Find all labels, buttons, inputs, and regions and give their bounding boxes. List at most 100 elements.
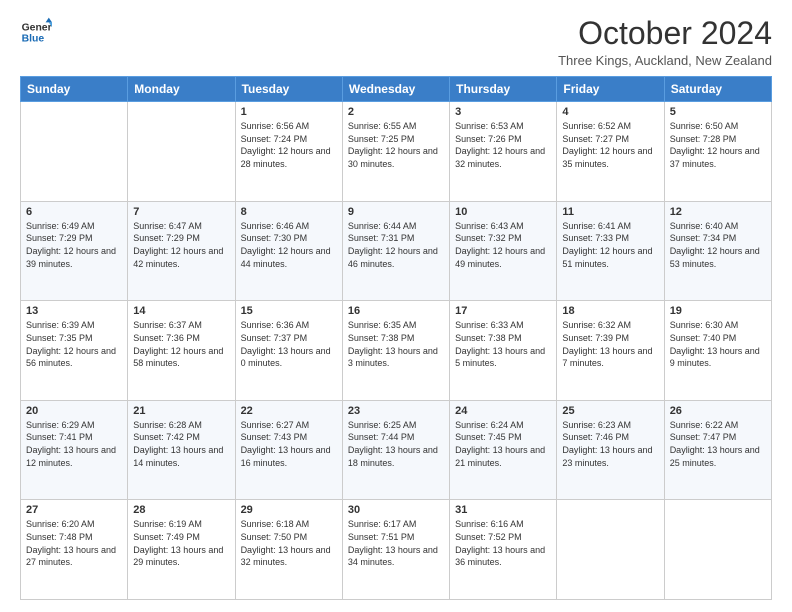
col-saturday: Saturday xyxy=(664,77,771,102)
day-info: Sunrise: 6:25 AM Sunset: 7:44 PM Dayligh… xyxy=(348,419,444,469)
day-number: 10 xyxy=(455,206,551,218)
week-row-5: 27Sunrise: 6:20 AM Sunset: 7:48 PM Dayli… xyxy=(21,500,772,600)
cell-week1-day5: 3Sunrise: 6:53 AM Sunset: 7:26 PM Daylig… xyxy=(450,102,557,202)
cell-week3-day3: 15Sunrise: 6:36 AM Sunset: 7:37 PM Dayli… xyxy=(235,301,342,401)
day-info: Sunrise: 6:30 AM Sunset: 7:40 PM Dayligh… xyxy=(670,319,766,369)
cell-week2-day3: 8Sunrise: 6:46 AM Sunset: 7:30 PM Daylig… xyxy=(235,201,342,301)
cell-week4-day1: 20Sunrise: 6:29 AM Sunset: 7:41 PM Dayli… xyxy=(21,400,128,500)
day-info: Sunrise: 6:28 AM Sunset: 7:42 PM Dayligh… xyxy=(133,419,229,469)
day-info: Sunrise: 6:53 AM Sunset: 7:26 PM Dayligh… xyxy=(455,120,551,170)
calendar-body: 1 Sunrise: 6:56 AM Sunset: 7:24 PM Daylig… xyxy=(21,102,772,600)
cell-week2-day6: 11 Sunrise: 6:41 AM Sunset: 7:33 PM Dayli… xyxy=(557,201,664,301)
day-number: 25 xyxy=(562,405,658,417)
page: General Blue October 2024 Three Kings, A… xyxy=(0,0,792,612)
day-info: Sunrise: 6:36 AM Sunset: 7:37 PM Dayligh… xyxy=(241,319,337,369)
svg-text:Blue: Blue xyxy=(22,34,45,45)
title-block: October 2024 Three Kings, Auckland, New … xyxy=(558,16,772,68)
day-number: 16 xyxy=(348,305,444,317)
cell-week1-day2 xyxy=(128,102,235,202)
week-row-2: 6 Sunrise: 6:49 AM Sunset: 7:29 PM Daylig… xyxy=(21,201,772,301)
day-number: 30 xyxy=(348,504,444,516)
cell-week4-day4: 23Sunrise: 6:25 AM Sunset: 7:44 PM Dayli… xyxy=(342,400,449,500)
col-monday: Monday xyxy=(128,77,235,102)
cell-week3-day7: 19 Sunrise: 6:30 AM Sunset: 7:40 PM Dayli… xyxy=(664,301,771,401)
cell-week4-day6: 25 Sunrise: 6:23 AM Sunset: 7:46 PM Dayli… xyxy=(557,400,664,500)
cell-week1-day7: 5 Sunrise: 6:50 AM Sunset: 7:28 PM Daylig… xyxy=(664,102,771,202)
day-number: 2 xyxy=(348,106,444,118)
day-number: 28 xyxy=(133,504,229,516)
cell-week3-day1: 13Sunrise: 6:39 AM Sunset: 7:35 PM Dayli… xyxy=(21,301,128,401)
day-info: Sunrise: 6:44 AM Sunset: 7:31 PM Dayligh… xyxy=(348,220,444,270)
calendar-header: Sunday Monday Tuesday Wednesday Thursday… xyxy=(21,77,772,102)
cell-week5-day6 xyxy=(557,500,664,600)
calendar-table: Sunday Monday Tuesday Wednesday Thursday… xyxy=(20,76,772,600)
week-row-1: 1 Sunrise: 6:56 AM Sunset: 7:24 PM Daylig… xyxy=(21,102,772,202)
week-row-3: 13Sunrise: 6:39 AM Sunset: 7:35 PM Dayli… xyxy=(21,301,772,401)
cell-week1-day6: 4Sunrise: 6:52 AM Sunset: 7:27 PM Daylig… xyxy=(557,102,664,202)
day-info: Sunrise: 6:16 AM Sunset: 7:52 PM Dayligh… xyxy=(455,518,551,568)
col-wednesday: Wednesday xyxy=(342,77,449,102)
day-info: Sunrise: 6:56 AM Sunset: 7:24 PM Dayligh… xyxy=(241,120,337,170)
day-number: 14 xyxy=(133,305,229,317)
col-tuesday: Tuesday xyxy=(235,77,342,102)
day-info: Sunrise: 6:43 AM Sunset: 7:32 PM Dayligh… xyxy=(455,220,551,270)
week-row-4: 20Sunrise: 6:29 AM Sunset: 7:41 PM Dayli… xyxy=(21,400,772,500)
day-number: 9 xyxy=(348,206,444,218)
day-info: Sunrise: 6:37 AM Sunset: 7:36 PM Dayligh… xyxy=(133,319,229,369)
cell-week2-day2: 7Sunrise: 6:47 AM Sunset: 7:29 PM Daylig… xyxy=(128,201,235,301)
logo: General Blue xyxy=(20,16,52,48)
cell-week2-day5: 10 Sunrise: 6:43 AM Sunset: 7:32 PM Dayli… xyxy=(450,201,557,301)
day-info: Sunrise: 6:19 AM Sunset: 7:49 PM Dayligh… xyxy=(133,518,229,568)
cell-week5-day3: 29 Sunrise: 6:18 AM Sunset: 7:50 PM Dayli… xyxy=(235,500,342,600)
svg-text:General: General xyxy=(22,22,52,33)
col-friday: Friday xyxy=(557,77,664,102)
day-info: Sunrise: 6:41 AM Sunset: 7:33 PM Dayligh… xyxy=(562,220,658,270)
day-info: Sunrise: 6:24 AM Sunset: 7:45 PM Dayligh… xyxy=(455,419,551,469)
cell-week5-day2: 28 Sunrise: 6:19 AM Sunset: 7:49 PM Dayli… xyxy=(128,500,235,600)
day-number: 17 xyxy=(455,305,551,317)
day-info: Sunrise: 6:18 AM Sunset: 7:50 PM Dayligh… xyxy=(241,518,337,568)
header: General Blue October 2024 Three Kings, A… xyxy=(20,16,772,68)
cell-week3-day5: 17 Sunrise: 6:33 AM Sunset: 7:38 PM Dayli… xyxy=(450,301,557,401)
cell-week5-day5: 31Sunrise: 6:16 AM Sunset: 7:52 PM Dayli… xyxy=(450,500,557,600)
day-info: Sunrise: 6:40 AM Sunset: 7:34 PM Dayligh… xyxy=(670,220,766,270)
cell-week2-day7: 12 Sunrise: 6:40 AM Sunset: 7:34 PM Dayli… xyxy=(664,201,771,301)
day-number: 27 xyxy=(26,504,122,516)
cell-week1-day4: 2 Sunrise: 6:55 AM Sunset: 7:25 PM Daylig… xyxy=(342,102,449,202)
day-number: 26 xyxy=(670,405,766,417)
day-info: Sunrise: 6:55 AM Sunset: 7:25 PM Dayligh… xyxy=(348,120,444,170)
day-number: 21 xyxy=(133,405,229,417)
day-info: Sunrise: 6:49 AM Sunset: 7:29 PM Dayligh… xyxy=(26,220,122,270)
day-number: 24 xyxy=(455,405,551,417)
day-info: Sunrise: 6:29 AM Sunset: 7:41 PM Dayligh… xyxy=(26,419,122,469)
col-thursday: Thursday xyxy=(450,77,557,102)
day-info: Sunrise: 6:33 AM Sunset: 7:38 PM Dayligh… xyxy=(455,319,551,369)
cell-week5-day1: 27Sunrise: 6:20 AM Sunset: 7:48 PM Dayli… xyxy=(21,500,128,600)
day-info: Sunrise: 6:23 AM Sunset: 7:46 PM Dayligh… xyxy=(562,419,658,469)
cell-week3-day6: 18Sunrise: 6:32 AM Sunset: 7:39 PM Dayli… xyxy=(557,301,664,401)
day-info: Sunrise: 6:27 AM Sunset: 7:43 PM Dayligh… xyxy=(241,419,337,469)
cell-week4-day2: 21 Sunrise: 6:28 AM Sunset: 7:42 PM Dayli… xyxy=(128,400,235,500)
day-number: 29 xyxy=(241,504,337,516)
month-year-title: October 2024 xyxy=(558,16,772,51)
cell-week3-day4: 16 Sunrise: 6:35 AM Sunset: 7:38 PM Dayli… xyxy=(342,301,449,401)
day-number: 11 xyxy=(562,206,658,218)
logo-icon: General Blue xyxy=(20,16,52,48)
day-info: Sunrise: 6:32 AM Sunset: 7:39 PM Dayligh… xyxy=(562,319,658,369)
cell-week3-day2: 14 Sunrise: 6:37 AM Sunset: 7:36 PM Dayli… xyxy=(128,301,235,401)
col-sunday: Sunday xyxy=(21,77,128,102)
day-number: 6 xyxy=(26,206,122,218)
day-info: Sunrise: 6:47 AM Sunset: 7:29 PM Dayligh… xyxy=(133,220,229,270)
location-subtitle: Three Kings, Auckland, New Zealand xyxy=(558,53,772,68)
day-info: Sunrise: 6:50 AM Sunset: 7:28 PM Dayligh… xyxy=(670,120,766,170)
cell-week1-day3: 1 Sunrise: 6:56 AM Sunset: 7:24 PM Daylig… xyxy=(235,102,342,202)
cell-week1-day1 xyxy=(21,102,128,202)
day-number: 8 xyxy=(241,206,337,218)
day-info: Sunrise: 6:35 AM Sunset: 7:38 PM Dayligh… xyxy=(348,319,444,369)
cell-week5-day7 xyxy=(664,500,771,600)
day-number: 12 xyxy=(670,206,766,218)
day-number: 1 xyxy=(241,106,337,118)
day-number: 19 xyxy=(670,305,766,317)
cell-week4-day3: 22Sunrise: 6:27 AM Sunset: 7:43 PM Dayli… xyxy=(235,400,342,500)
day-number: 5 xyxy=(670,106,766,118)
